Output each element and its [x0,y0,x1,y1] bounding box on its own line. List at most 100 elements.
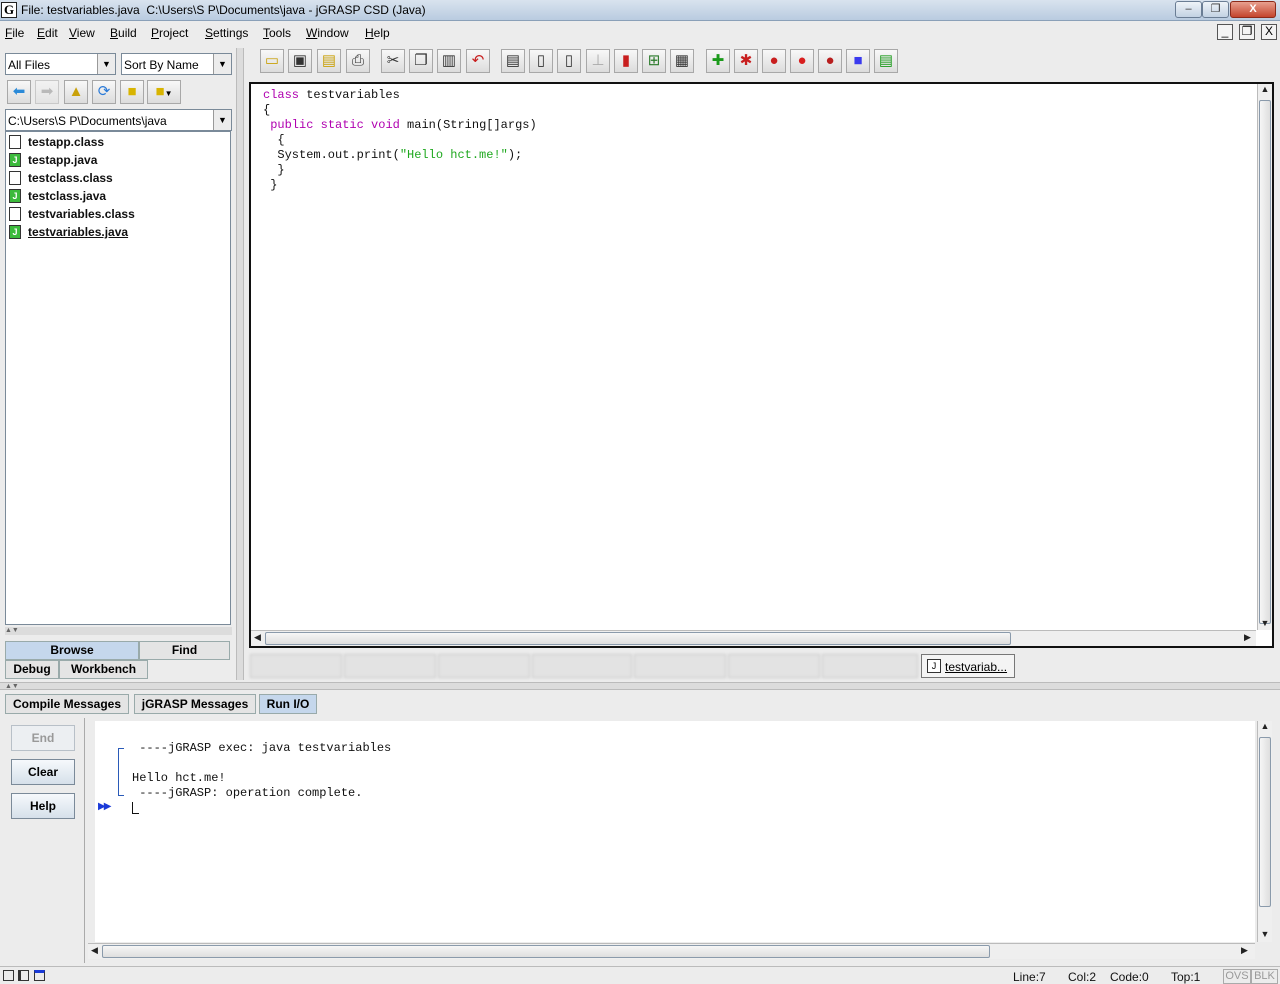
tab-compile-messages[interactable]: Compile Messages [5,694,129,714]
minimize-button[interactable]: – [1175,1,1202,18]
file-list-item[interactable]: testapp.class [9,134,104,151]
scroll-down-icon[interactable]: ▼ [1260,929,1270,939]
apple-debug-icon[interactable]: ● [818,49,842,73]
debug-icon[interactable]: ● [762,49,786,73]
scroll-left-icon[interactable]: ◀ [91,945,98,956]
clear-csd-icon[interactable]: ▯ [529,49,553,73]
window-tab[interactable] [634,654,726,678]
mdi-minimize-button[interactable]: _ [1217,24,1233,40]
file-list-item[interactable]: Jtestapp.java [9,152,97,169]
csd-icon[interactable]: ▤ [501,49,525,73]
restore-button[interactable]: ❐ [1202,1,1229,18]
window-tab[interactable] [344,654,436,678]
save-icon[interactable]: ▣ [288,49,312,73]
vertical-splitter[interactable] [236,48,244,680]
pin-icon[interactable]: ⊥ [586,49,610,73]
output-text[interactable]: ----jGRASP exec: java testvariables Hello… [132,741,391,801]
output-vertical-scrollbar[interactable]: ▲ ▼ [1257,721,1272,942]
code-line[interactable]: { [263,133,537,148]
window-tab[interactable] [822,654,918,678]
window-tab[interactable] [532,654,632,678]
tab-run-io[interactable]: Run I/O [259,694,317,714]
paste-icon[interactable]: ▥ [437,49,461,73]
horizontal-splitter[interactable]: ▲▼ [0,682,1280,690]
close-button[interactable]: X [1230,1,1276,18]
file-list-item[interactable]: Jtestvariables.java [9,224,128,241]
scroll-thumb[interactable] [265,632,1011,645]
menu-settings[interactable]: Settings [205,26,248,40]
run-icon[interactable]: ✱ [734,49,758,73]
scroll-left-icon[interactable]: ◀ [254,632,261,643]
uml-icon[interactable]: ▮ [614,49,638,73]
line-numbers-icon[interactable]: ▯ [557,49,581,73]
up-folder-icon[interactable]: ▲ [64,80,88,104]
layout-list-icon[interactable] [18,970,29,981]
mdi-close-button[interactable]: X [1261,24,1277,40]
code-line[interactable]: { [263,103,537,118]
menu-window[interactable]: Window [306,26,349,40]
tab-find[interactable]: Find [139,641,230,660]
window-tab[interactable] [438,654,530,678]
menu-view[interactable]: View [69,26,95,40]
scroll-thumb[interactable] [1259,737,1271,907]
chevron-down-icon[interactable]: ▼ [97,54,115,74]
scroll-thumb[interactable] [102,945,990,958]
output-horizontal-scrollbar[interactable]: ◀ ▶ [88,943,1255,959]
menu-build[interactable]: Build [110,26,137,40]
menu-project[interactable]: Project [151,26,188,40]
forward-arrow-icon[interactable]: ➡ [35,80,59,104]
menu-edit[interactable]: Edit [37,26,58,40]
compile-icon[interactable]: ✚ [706,49,730,73]
mdi-restore-button[interactable]: ❐ [1239,24,1255,40]
cut-icon[interactable]: ✂ [381,49,405,73]
tab-browse[interactable]: Browse [5,641,139,660]
copy-icon[interactable]: ❐ [409,49,433,73]
undo-icon[interactable]: ↶ [466,49,490,73]
file-filter-select[interactable]: All Files ▼ [5,53,116,75]
code-line[interactable]: class testvariables [263,88,537,103]
code-line[interactable]: } [263,178,537,193]
browse-icon[interactable]: ▤ [317,49,341,73]
file-list-item[interactable]: testclass.class [9,170,113,187]
book-icon[interactable]: ▦ [670,49,694,73]
layout-grid-icon[interactable] [3,970,14,981]
chevron-down-icon[interactable]: ▼ [213,54,231,74]
code-line[interactable]: } [263,163,537,178]
tab-workbench[interactable]: Workbench [59,660,148,679]
split-view-icon[interactable]: ▤ [874,49,898,73]
scroll-right-icon[interactable]: ▶ [1241,945,1248,956]
code-line[interactable]: public static void main(String[]args) [263,118,536,133]
open-icon[interactable]: ▭ [260,49,284,73]
splitter-handle[interactable]: ▲▼ [5,627,232,635]
tab-debug[interactable]: Debug [5,660,59,679]
help-button[interactable]: Help [11,793,75,819]
editor-horizontal-scrollbar[interactable]: ◀ ▶ [251,630,1256,646]
file-list-item[interactable]: testvariables.class [9,206,135,223]
scroll-down-icon[interactable]: ▼ [1260,618,1270,628]
file-list-item[interactable]: Jtestclass.java [9,188,106,205]
print-icon[interactable]: ⎙ [346,49,370,73]
sort-select[interactable]: Sort By Name ▼ [121,53,232,75]
scroll-right-icon[interactable]: ▶ [1244,632,1251,643]
chevron-down-icon[interactable]: ▼ [213,110,231,130]
path-select[interactable]: C:\Users\S P\Documents\java ▼ [5,109,232,131]
back-arrow-icon[interactable]: ⬅ [7,80,31,104]
menu-tools[interactable]: Tools [263,26,291,40]
window-tab[interactable] [250,654,342,678]
window-tab[interactable] [728,654,820,678]
code-line[interactable]: System.out.print("Hello hct.me!"); [263,148,537,163]
window-tab-active[interactable]: J testvariab... [921,654,1015,678]
scroll-up-icon[interactable]: ▲ [1260,84,1270,94]
end-button[interactable]: End [11,725,75,751]
tab-jgrasp-messages[interactable]: jGRASP Messages [134,694,256,714]
tree-icon[interactable]: ⊞ [642,49,666,73]
clear-button[interactable]: Clear [11,759,75,785]
apple-icon[interactable]: ● [790,49,814,73]
layout-window-icon[interactable] [34,970,45,981]
folder-menu-icon[interactable]: ■▼ [147,80,181,104]
menu-file[interactable]: File [5,26,24,40]
refresh-icon[interactable]: ⟳ [92,80,116,104]
scroll-thumb[interactable] [1259,100,1271,624]
scroll-up-icon[interactable]: ▲ [1260,721,1270,731]
menu-help[interactable]: Help [365,26,390,40]
